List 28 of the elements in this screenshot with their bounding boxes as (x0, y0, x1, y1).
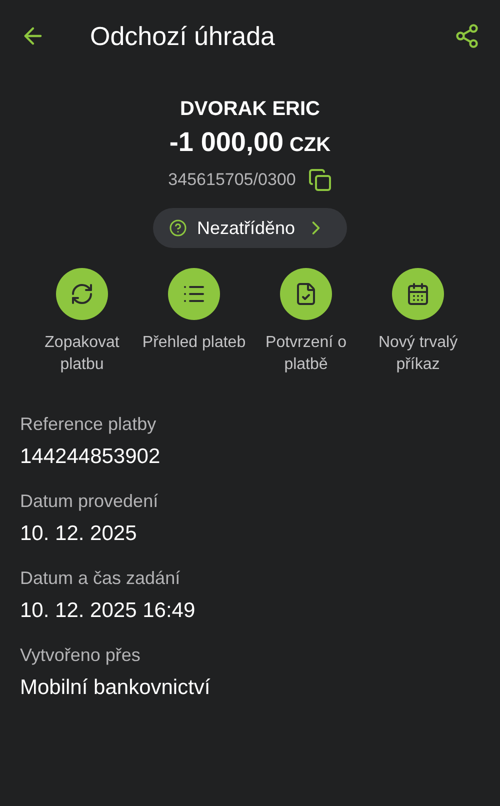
account-number: 345615705/0300 (168, 170, 296, 190)
detail-label: Reference platby (20, 414, 158, 435)
refresh-icon (70, 282, 94, 306)
action-label: Nový trvalý příkaz (377, 333, 459, 375)
share-button[interactable] (454, 23, 480, 49)
detail-value: Mobilní bankovnictví (20, 676, 212, 700)
detail-label: Vytvořeno přes (20, 645, 142, 666)
action-button[interactable] (168, 268, 220, 320)
action-label: Potvrzení o platbě (264, 333, 348, 375)
detail-label: Datum provedení (20, 491, 160, 512)
payee-name: DVORAK ERIC (180, 98, 320, 121)
screen-title: Odchozí úhrada (90, 20, 276, 52)
detail-label: Datum a čas zadání (20, 568, 182, 589)
action-button[interactable] (56, 268, 108, 320)
detail-value: 10. 12. 2025 (20, 522, 138, 546)
action-button[interactable] (280, 268, 332, 320)
calendar-icon (406, 282, 430, 306)
currency: CZK (289, 134, 331, 157)
document-check-icon (294, 282, 318, 306)
detail-value: 10. 12. 2025 16:49 (20, 599, 196, 623)
action-button[interactable] (392, 268, 444, 320)
amount: -1 000,00 (169, 127, 284, 158)
action-label: Přehled plateb (141, 333, 247, 353)
detail-value: 144244853902 (20, 445, 162, 469)
help-icon (168, 219, 187, 237)
category-button[interactable]: Nezatříděno (152, 208, 348, 248)
copy-button[interactable] (308, 168, 332, 192)
action-label: Zopakovat platbu (44, 333, 120, 375)
